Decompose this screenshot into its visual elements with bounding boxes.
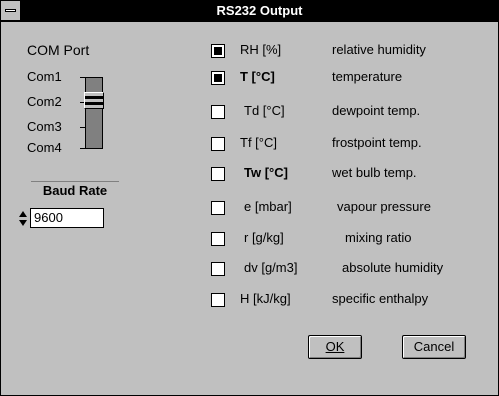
desc-tf: frostpoint temp. [332, 135, 422, 150]
checkbox-dv[interactable] [211, 262, 225, 276]
symbol-td: Td [°C] [244, 103, 285, 118]
title-bar[interactable]: RS232 Output [1, 1, 498, 22]
com-port-slider-track[interactable] [85, 77, 103, 149]
symbol-tf: Tf [°C] [240, 135, 277, 150]
baud-rate-spinner[interactable] [19, 209, 27, 227]
desc-t: temperature [332, 69, 403, 84]
symbol-e: e [mbar] [244, 199, 292, 214]
system-menu-icon[interactable] [1, 1, 21, 20]
ok-button-label: OK [325, 339, 345, 354]
baud-rate-label: Baud Rate [31, 181, 119, 200]
spin-up-icon[interactable] [19, 211, 27, 217]
com-port-slider-thumb[interactable] [84, 92, 104, 109]
checkbox-t[interactable] [211, 71, 225, 85]
symbol-r: r [g/kg] [244, 230, 284, 245]
checkbox-td[interactable] [211, 105, 225, 119]
checkbox-r[interactable] [211, 232, 225, 246]
spin-down-icon[interactable] [19, 220, 27, 226]
symbol-rh: RH [%] [240, 42, 282, 57]
ok-button[interactable]: OK [308, 335, 362, 359]
desc-h: specific enthalpy [332, 291, 429, 306]
symbol-h: H [kJ/kg] [240, 291, 291, 306]
symbol-t: T [°C] [240, 69, 275, 84]
symbol-tw: Tw [°C] [244, 165, 288, 180]
port-label-com3: Com3 [27, 119, 62, 134]
desc-rh: relative humidity [332, 42, 426, 57]
desc-tw: wet bulb temp. [332, 165, 417, 180]
port-label-com1: Com1 [27, 69, 62, 84]
cancel-button[interactable]: Cancel [402, 335, 466, 359]
port-label-com4: Com4 [27, 140, 62, 155]
checkbox-rh[interactable] [211, 44, 225, 58]
checkbox-e[interactable] [211, 201, 225, 215]
desc-dv: absolute humidity [342, 260, 444, 275]
checkbox-tw[interactable] [211, 167, 225, 181]
baud-rate-field[interactable]: 9600 [30, 208, 104, 228]
com-port-label: COM Port [27, 42, 90, 58]
checkbox-h[interactable] [211, 293, 225, 307]
checkbox-tf[interactable] [211, 137, 225, 151]
port-label-com2: Com2 [27, 94, 62, 109]
rs232-output-dialog: RS232 Output COM Port Com1 Com2 Com3 Com… [0, 0, 499, 396]
desc-e: vapour pressure [337, 199, 431, 214]
symbol-dv: dv [g/m3] [244, 260, 298, 275]
desc-r: mixing ratio [345, 230, 412, 245]
window-title: RS232 Output [216, 3, 303, 18]
desc-td: dewpoint temp. [332, 103, 421, 118]
